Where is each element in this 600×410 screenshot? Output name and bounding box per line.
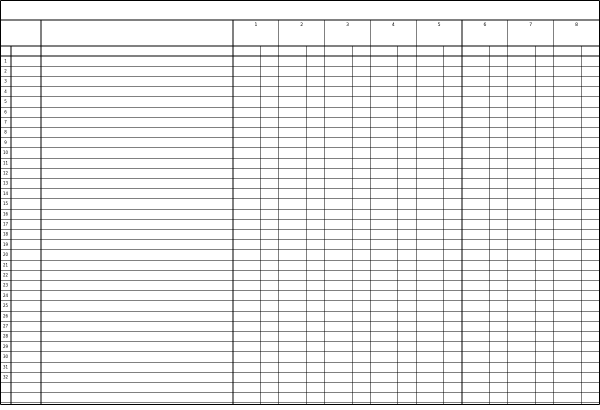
group-label: 6 [483,22,486,28]
row-number: 29 [3,344,9,349]
row-number: 9 [4,140,7,145]
row-number: 27 [3,324,9,329]
row-number: 22 [3,273,9,278]
row-number: 32 [3,375,9,380]
row-number: 13 [3,181,9,186]
row-number: 1 [4,58,7,63]
row-number: 25 [3,303,9,308]
row-number: 18 [3,232,9,237]
row-number: 12 [3,171,9,176]
row-number: 7 [4,120,7,125]
row-number: 31 [3,364,9,369]
row-number: 28 [3,334,9,339]
row-number: 23 [3,283,9,288]
row-number: 14 [3,191,9,196]
row-number: 10 [3,150,9,155]
row-number: 6 [4,109,7,114]
row-number: 15 [3,201,9,206]
row-number: 26 [3,313,9,318]
group-label: 2 [300,22,303,28]
group-label: 5 [438,22,441,28]
row-number: 17 [3,222,9,227]
grid-svg: 1 2 3 4 5 6 7 812345678910111213141516171819202… [0,0,600,405]
group-label: 4 [392,22,395,28]
group-label: 7 [529,22,532,28]
row-number: 4 [4,89,7,94]
group-label: 8 [575,22,578,28]
row-number: 30 [3,354,9,359]
row-number: 8 [4,130,7,135]
row-number: 16 [3,211,9,216]
row-number: 21 [3,262,9,267]
row-number: 3 [4,79,7,84]
row-number: 5 [4,99,7,104]
row-number: 20 [3,252,9,257]
group-label: 1 [254,22,257,28]
row-number: 24 [3,293,9,298]
row-number: 2 [4,69,7,74]
row-number: 19 [3,242,9,247]
group-label: 3 [346,22,349,28]
attendance-grid-sheet: 1 2 3 4 5 6 7 8 1 2 3 4 5 6 7 8 9 10 11 12 13 14 15 16 17 18 19 20 2… [0,0,600,405]
row-number: 11 [3,160,9,165]
